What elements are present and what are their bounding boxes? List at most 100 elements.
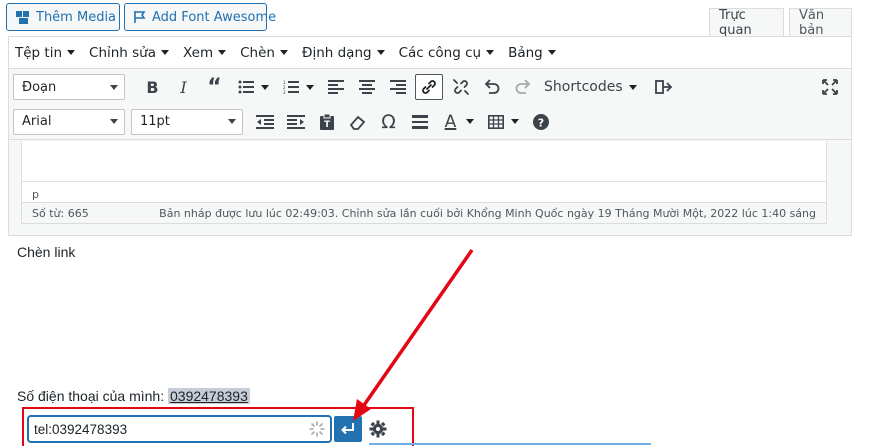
url-input[interactable]: tel:0392478393 <box>28 416 331 442</box>
clear-formatting-button[interactable] <box>342 108 373 136</box>
italic-button[interactable]: I <box>168 73 199 101</box>
editor-container: Tệp tin Chỉnh sửa Xem Chèn Định dạng Các… <box>8 36 852 236</box>
horizontal-line-button[interactable] <box>404 108 435 136</box>
text-color-button[interactable]: A <box>435 108 466 136</box>
font-family-value: Arial <box>22 114 52 129</box>
align-left-button[interactable] <box>320 73 351 101</box>
media-icon <box>15 9 31 25</box>
menu-insert[interactable]: Chèn <box>240 45 288 61</box>
blockquote-button[interactable]: “ <box>199 73 230 101</box>
add-media-label: Thêm Media <box>36 9 117 25</box>
draft-status: Bản nháp được lưu lúc 02:49:03. Chỉnh sử… <box>159 206 816 220</box>
numbered-list-button[interactable]: 123 <box>275 73 306 101</box>
menu-format[interactable]: Định dạng <box>302 45 385 61</box>
chevron-down-icon <box>628 84 637 90</box>
chevron-down-icon <box>511 119 519 124</box>
chevron-down-icon <box>161 50 170 55</box>
word-count: Số từ: 665 <box>32 206 89 220</box>
table-icon <box>487 114 504 129</box>
eraser-icon <box>349 115 365 130</box>
fullscreen-button[interactable] <box>814 73 845 101</box>
menu-file[interactable]: Tệp tin <box>15 44 76 61</box>
insert-link-button[interactable] <box>415 74 443 100</box>
bold-icon: B <box>146 77 159 97</box>
paste-text-button[interactable]: T <box>311 108 342 136</box>
menu-edit[interactable]: Chỉnh sửa <box>89 44 170 61</box>
numbered-list-icon: 123 <box>283 80 299 94</box>
menu-table[interactable]: Bảng <box>508 45 556 61</box>
unlink-button[interactable] <box>445 73 476 101</box>
chevron-down-icon <box>67 50 76 55</box>
editor-content-area[interactable] <box>21 141 827 185</box>
chevron-down-icon <box>486 50 495 55</box>
chevron-down-icon <box>110 119 118 124</box>
chevron-down-icon <box>466 119 474 124</box>
phone-label: Số điện thoại của mình: <box>17 388 168 404</box>
loading-spinner-icon <box>309 421 325 437</box>
menu-view-label: Xem <box>183 44 214 61</box>
toolbar-row-1: Đoạn B I “ 123 Shortcodes <box>9 70 851 104</box>
content-heading-text: Chèn link <box>17 244 76 260</box>
bullet-list-icon <box>238 80 254 94</box>
editor-menubar: Tệp tin Chỉnh sửa Xem Chèn Định dạng Các… <box>9 37 851 69</box>
align-left-icon <box>327 80 344 94</box>
numbered-list-dropdown[interactable] <box>306 84 320 90</box>
indent-button[interactable] <box>280 108 311 136</box>
tab-text-label: Văn bản <box>799 8 825 38</box>
chevron-down-icon <box>218 50 227 55</box>
unlink-icon <box>452 79 469 95</box>
undo-icon <box>484 79 499 94</box>
menu-tools[interactable]: Các công cụ <box>399 45 495 61</box>
tab-text[interactable]: Văn bản <box>789 8 852 38</box>
add-font-awesome-button[interactable]: Add Font Awesome <box>124 3 276 31</box>
svg-text:?: ? <box>537 116 543 129</box>
table-button[interactable] <box>480 108 511 136</box>
align-center-icon <box>358 80 375 94</box>
chevron-down-icon <box>110 84 118 90</box>
indent-icon <box>286 114 305 129</box>
format-select[interactable]: Đoạn <box>13 74 125 100</box>
align-center-button[interactable] <box>351 73 382 101</box>
chevron-down-icon <box>261 84 269 90</box>
bullet-list-dropdown[interactable] <box>261 84 275 90</box>
bold-button[interactable]: B <box>137 73 168 101</box>
text-color-dropdown[interactable] <box>466 119 480 124</box>
link-inline-toolbar: tel:0392478393 <box>22 407 414 446</box>
link-icon <box>422 80 436 94</box>
bullet-list-button[interactable] <box>230 73 261 101</box>
font-size-value: 11pt <box>140 114 170 129</box>
chevron-down-icon <box>228 119 236 124</box>
menu-edit-label: Chỉnh sửa <box>89 44 157 61</box>
special-character-button[interactable]: Ω <box>373 108 404 136</box>
menu-table-label: Bảng <box>508 44 543 61</box>
apply-link-button[interactable] <box>334 416 362 442</box>
shortcodes-dropdown[interactable]: Shortcodes <box>544 79 637 95</box>
editor-status-bar: Số từ: 665 Bản nháp được lưu lúc 02:49:0… <box>21 202 827 224</box>
text-color-icon: A <box>444 111 457 132</box>
enter-icon <box>341 423 354 435</box>
menu-file-label: Tệp tin <box>15 44 63 61</box>
element-path-label: p <box>32 188 39 201</box>
link-settings-button[interactable] <box>364 416 392 442</box>
svg-text:3: 3 <box>283 90 286 94</box>
outdent-button[interactable] <box>249 108 280 136</box>
font-family-select[interactable]: Arial <box>13 108 125 135</box>
tab-visual[interactable]: Trực quan <box>709 8 784 38</box>
add-media-button[interactable]: Thêm Media <box>6 3 120 31</box>
help-icon: ? <box>532 113 549 130</box>
table-dropdown[interactable] <box>511 119 525 124</box>
tab-visual-label: Trực quan <box>719 8 752 38</box>
chevron-down-icon <box>306 84 314 90</box>
toolbar-separator-line <box>369 443 651 445</box>
exit-button[interactable] <box>649 73 680 101</box>
align-right-icon <box>389 80 406 94</box>
undo-button[interactable] <box>476 73 507 101</box>
menu-format-label: Định dạng <box>301 44 372 61</box>
align-right-button[interactable] <box>382 73 413 101</box>
phone-number-selection[interactable]: 0392478393 <box>168 388 250 404</box>
font-size-select[interactable]: 11pt <box>131 108 243 135</box>
redo-button[interactable] <box>507 73 538 101</box>
toolbar-row-2: Arial 11pt T Ω A ? <box>9 104 851 140</box>
menu-view[interactable]: Xem <box>183 44 227 61</box>
help-button[interactable]: ? <box>525 108 556 136</box>
